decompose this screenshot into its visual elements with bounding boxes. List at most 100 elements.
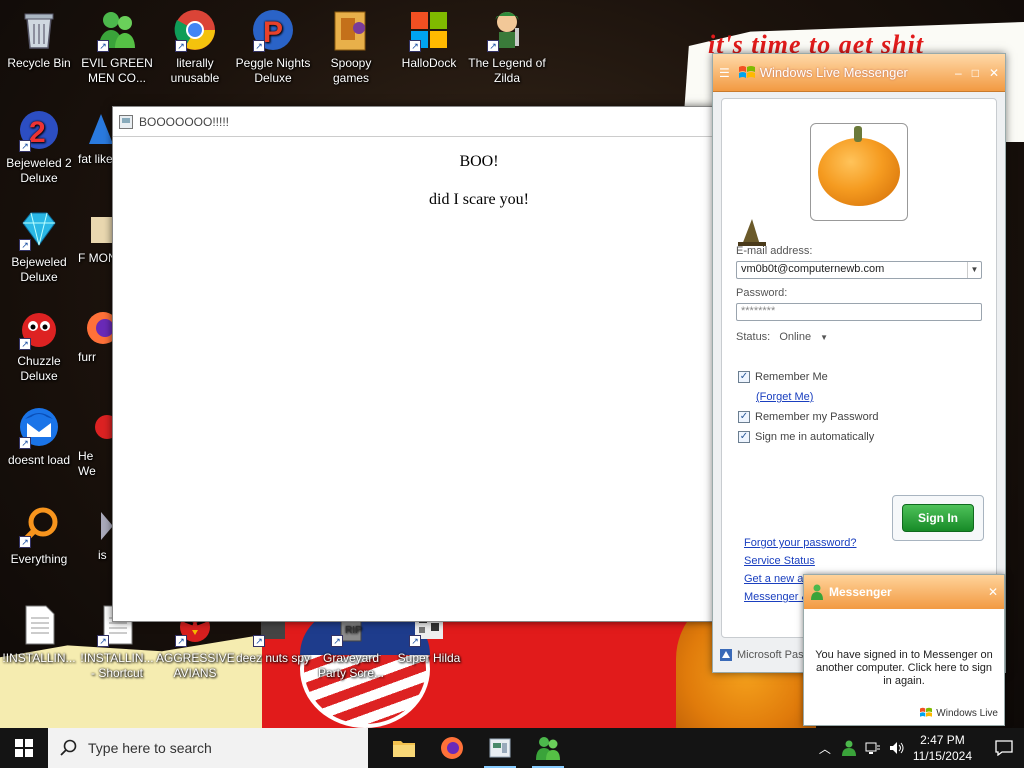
desktop-icon-label: Graveyard Party Scre...	[317, 651, 385, 680]
desktop-icon-evil-green-men[interactable]: ↗ EVIL GREEN MEN CO...	[78, 8, 156, 86]
desktop-icon-spoopy-games[interactable]: Spoopy games	[312, 8, 390, 86]
desktop-icon-label: F MON	[78, 251, 112, 265]
window-app-icon	[489, 738, 511, 758]
messenger-service-link[interactable]: Messenger &	[744, 591, 809, 603]
service-status-link[interactable]: Service Status	[744, 555, 815, 567]
folder-icon	[393, 741, 415, 757]
bejeweled-icon: ↗	[17, 207, 61, 251]
shortcut-arrow-icon: ↗	[409, 635, 421, 647]
notification-titlebar: Messenger ✕	[804, 575, 1004, 609]
desktop-icon-label: EVIL GREEN MEN CO...	[81, 56, 153, 85]
microsoft-logo-icon: ↗	[407, 8, 451, 52]
shortcut-arrow-icon: ↗	[331, 635, 343, 647]
get-new-account-link[interactable]: Get a new a	[744, 573, 803, 585]
checkmark-icon: ✓	[738, 431, 750, 443]
messenger-people-icon: ↗	[95, 8, 139, 52]
chevron-down-icon[interactable]: ▼	[967, 262, 981, 278]
desktop-icon-everything[interactable]: ↗ Everything	[0, 504, 78, 567]
checkmark-icon: ✓	[738, 371, 750, 383]
messenger-tray-icon[interactable]	[841, 740, 857, 756]
taskbar-search-box[interactable]: Type here to search	[48, 728, 368, 768]
thunderbird-icon: ↗	[17, 405, 61, 449]
email-value: vm0b0t@computernewb.com	[741, 263, 885, 275]
sign-in-button[interactable]: Sign In	[902, 504, 974, 532]
taskbar-file-explorer[interactable]	[380, 728, 428, 768]
remember-me-checkbox[interactable]: ✓ Remember Me	[738, 371, 828, 383]
boo-window-titlebar[interactable]: BOOOOOOO!!!!!	[113, 107, 715, 137]
sign-in-button-frame: Sign In	[892, 495, 984, 541]
desktop-icon-bejeweled-2[interactable]: 2 ↗ Bejeweled 2 Deluxe	[0, 108, 78, 186]
desktop-icon-is[interactable]: is	[78, 504, 112, 563]
email-field[interactable]: vm0b0t@computernewb.com ▼	[736, 261, 982, 279]
desktop-icon-furr[interactable]: furr	[78, 306, 112, 365]
clock-date: 11/15/2024	[912, 749, 972, 763]
notification-center-button[interactable]	[984, 728, 1024, 768]
shortcut-arrow-icon: ↗	[175, 40, 187, 52]
desktop-icon-label: literally unusable	[170, 56, 220, 85]
desktop-icon-fat-like[interactable]: fat like	[78, 108, 112, 167]
messenger-menu-icon[interactable]: ☰	[719, 66, 730, 80]
notification-message[interactable]: You have signed in to Messenger on anoth…	[804, 609, 1004, 688]
desktop-icon-label: deez nuts spy	[235, 651, 311, 665]
taskbar-clock[interactable]: 2:47 PM 11/15/2024	[913, 732, 972, 764]
desktop-icon-he-we[interactable]: He We	[78, 405, 112, 479]
firefox-icon	[441, 737, 463, 759]
messenger-titlebar[interactable]: ☰ Windows Live Messenger – □ ✕	[713, 54, 1005, 92]
chuzzle-icon: ↗	[17, 306, 61, 350]
messenger-people-icon	[536, 737, 560, 760]
system-tray: ︿ 2:47 PM 11/15/2024	[819, 728, 1024, 768]
shortcut-arrow-icon: ↗	[175, 635, 187, 647]
desktop-icon-recycle-bin[interactable]: Recycle Bin	[0, 8, 78, 71]
desktop-icon-label: furr	[78, 350, 96, 364]
display-picture-frame[interactable]	[810, 123, 908, 221]
desktop-icon-installing[interactable]: !INSTALLIN...	[0, 603, 78, 666]
windows-live-logo: Windows Live	[919, 707, 998, 719]
start-button[interactable]	[0, 728, 48, 768]
forget-me-link[interactable]: (Forget Me)	[756, 391, 813, 403]
desktop-icon-f-mon[interactable]: F MON	[78, 207, 112, 266]
desktop-icon-label: HalloDock	[401, 56, 457, 70]
windows-flag-icon	[920, 707, 933, 717]
desktop-icon-label: AGGRESSIVE AVIANS	[156, 651, 235, 680]
boo-window[interactable]: BOOOOOOO!!!!! BOO! did I scare you!	[112, 106, 716, 622]
peggle-icon: P ↗	[251, 8, 295, 52]
app-icon	[78, 405, 112, 449]
shortcut-arrow-icon: ↗	[19, 536, 31, 548]
taskbar-boo-window[interactable]	[476, 728, 524, 768]
shortcut-arrow-icon: ↗	[97, 40, 109, 52]
maximize-icon[interactable]: □	[972, 66, 979, 80]
volume-icon[interactable]	[889, 741, 905, 755]
desktop-icon-peggle[interactable]: P ↗ Peggle Nights Deluxe	[234, 8, 312, 86]
status-label: Status:	[736, 331, 771, 343]
desktop-icon-bejeweled[interactable]: ↗ Bejeweled Deluxe	[0, 207, 78, 285]
password-field[interactable]: ********	[736, 303, 982, 321]
desktop-icon-label: doesnt load	[7, 453, 71, 467]
status-row[interactable]: Status: Online ▼	[736, 331, 828, 343]
network-icon[interactable]	[865, 741, 881, 755]
close-icon[interactable]: ✕	[989, 66, 999, 80]
taskbar-firefox[interactable]	[428, 728, 476, 768]
status-chevron-icon: ▼	[820, 333, 829, 342]
email-label: E-mail address:	[736, 245, 813, 257]
minimize-icon[interactable]: –	[955, 66, 962, 80]
messenger-notification[interactable]: Messenger ✕ You have signed in to Messen…	[803, 574, 1005, 726]
taskbar-messenger[interactable]	[524, 728, 572, 768]
app-icon	[78, 207, 112, 251]
forgot-password-link[interactable]: Forgot your password?	[744, 537, 857, 549]
chevron-up-icon[interactable]: ︿	[819, 740, 831, 757]
sign-in-auto-checkbox[interactable]: ✓ Sign me in automatically	[738, 431, 874, 443]
passport-icon	[720, 649, 732, 661]
close-icon[interactable]: ✕	[988, 585, 998, 599]
desktop-icon-label: Everything	[10, 552, 68, 566]
desktop-icon-hallodock[interactable]: ↗ HalloDock	[390, 8, 468, 71]
desktop-icon-chrome[interactable]: ↗ literally unusable	[156, 8, 234, 86]
desktop-icon-label: Recycle Bin	[7, 56, 71, 70]
shortcut-arrow-icon: ↗	[19, 437, 31, 449]
remember-password-checkbox[interactable]: ✓ Remember my Password	[738, 411, 878, 423]
remember-me-label: Remember Me	[755, 371, 828, 383]
desktop-icon-label: He We	[78, 449, 96, 478]
desktop-icon-doesnt-load[interactable]: ↗ doesnt load	[0, 405, 78, 468]
desktop-icon-chuzzle[interactable]: ↗ Chuzzle Deluxe	[0, 306, 78, 384]
desktop-icon-label: !INSTALLIN... - Shortcut	[80, 651, 154, 680]
desktop-icon-legend-of-zilda[interactable]: ↗ The Legend of Zilda	[468, 8, 546, 86]
